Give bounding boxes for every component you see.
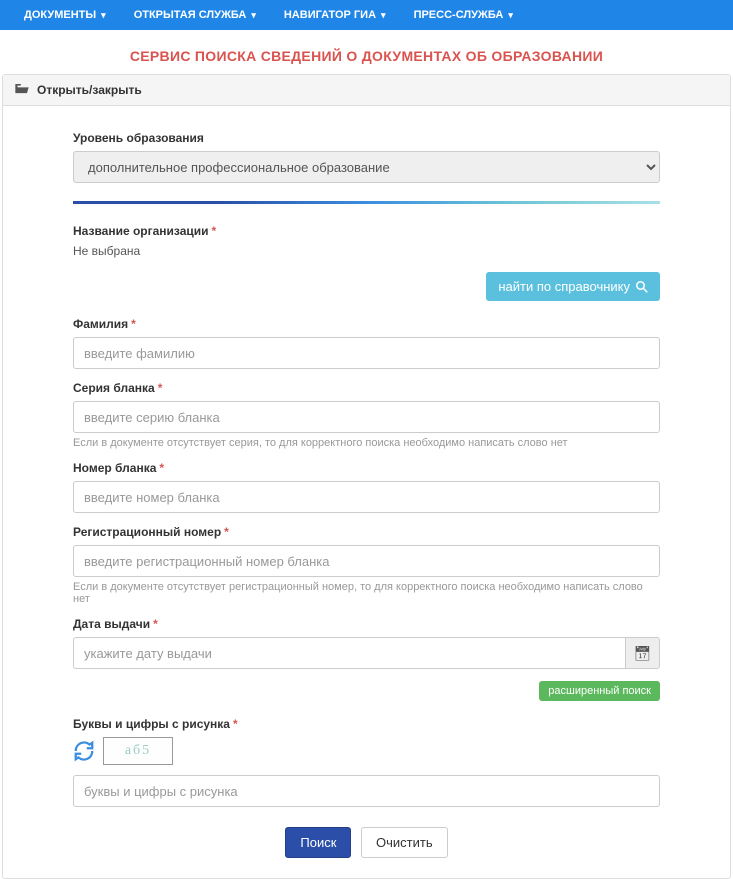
organization-label: Название организации* [73, 224, 660, 238]
blank-series-group: Серия бланка* Если в документе отсутству… [73, 381, 660, 449]
required-mark: * [158, 381, 163, 395]
panel-heading-text: Открыть/закрыть [37, 83, 142, 97]
reg-number-input[interactable] [73, 545, 660, 577]
calendar-icon: 📅︎ [634, 645, 652, 662]
blank-number-input[interactable] [73, 481, 660, 513]
gradient-separator [73, 201, 660, 204]
blank-series-input[interactable] [73, 401, 660, 433]
clear-button[interactable]: Очистить [361, 827, 448, 858]
chevron-down-icon: ▾ [101, 10, 106, 21]
calendar-button[interactable]: 📅︎ [626, 637, 660, 669]
blank-series-label: Серия бланка* [73, 381, 660, 395]
chevron-down-icon: ▾ [508, 10, 513, 21]
captcha-input[interactable] [73, 775, 660, 807]
folder-open-icon [15, 83, 29, 97]
captcha-image: аб5 [103, 737, 173, 765]
surname-label: Фамилия* [73, 317, 660, 331]
chevron-down-icon: ▾ [381, 10, 386, 21]
issue-date-group: Дата выдачи* 📅︎ [73, 617, 660, 669]
surname-input[interactable] [73, 337, 660, 369]
education-level-label: Уровень образования [73, 131, 660, 145]
captcha-label: Буквы и цифры с рисунка* [73, 717, 660, 731]
nav-item-open-service[interactable]: ОТКРЫТАЯ СЛУЖБА ▾ [120, 0, 270, 30]
nav-item-press-service[interactable]: ПРЕСС-СЛУЖБА ▾ [400, 0, 527, 30]
required-mark: * [153, 617, 158, 631]
nav-label: ДОКУМЕНТЫ [24, 9, 96, 21]
advanced-search-button[interactable]: расширенный поиск [539, 681, 660, 701]
required-mark: * [159, 461, 164, 475]
organization-group: Название организации* Не выбрана найти п… [73, 224, 660, 301]
required-mark: * [233, 717, 238, 731]
blank-number-group: Номер бланка* [73, 461, 660, 513]
education-level-group: Уровень образования дополнительное профе… [73, 131, 660, 183]
required-mark: * [212, 224, 217, 238]
reg-number-help: Если в документе отсутствует регистрацио… [73, 581, 660, 605]
blank-number-label: Номер бланка* [73, 461, 660, 475]
nav-item-navigator-gia[interactable]: НАВИГАТОР ГИА ▾ [270, 0, 400, 30]
panel-body: Уровень образования дополнительное профе… [3, 106, 730, 878]
panel-toggle[interactable]: Открыть/закрыть [3, 75, 730, 106]
captcha-group: Буквы и цифры с рисунка* аб5 [73, 717, 660, 807]
nav-label: ОТКРЫТАЯ СЛУЖБА [134, 9, 247, 21]
reg-number-group: Регистрационный номер* Если в документе … [73, 525, 660, 605]
required-mark: * [224, 525, 229, 539]
organization-not-selected: Не выбрана [73, 244, 660, 258]
reg-number-label: Регистрационный номер* [73, 525, 660, 539]
education-level-select[interactable]: дополнительное профессиональное образова… [73, 151, 660, 183]
lookup-button[interactable]: найти по справочнику [486, 272, 660, 301]
navbar: ДОКУМЕНТЫ ▾ ОТКРЫТАЯ СЛУЖБА ▾ НАВИГАТОР … [0, 0, 733, 30]
chevron-down-icon: ▾ [251, 10, 256, 21]
main-panel: Открыть/закрыть Уровень образования допо… [2, 74, 731, 879]
page-title: СЕРВИС ПОИСКА СВЕДЕНИЙ О ДОКУМЕНТАХ ОБ О… [0, 30, 733, 74]
required-mark: * [131, 317, 136, 331]
nav-item-documents[interactable]: ДОКУМЕНТЫ ▾ [10, 0, 120, 30]
nav-label: НАВИГАТОР ГИА [284, 9, 376, 21]
search-button[interactable]: Поиск [285, 827, 351, 858]
blank-series-help: Если в документе отсутствует серия, то д… [73, 437, 660, 449]
search-icon [636, 281, 648, 293]
issue-date-input[interactable] [73, 637, 626, 669]
refresh-icon[interactable] [73, 740, 95, 762]
lookup-button-label: найти по справочнику [498, 279, 630, 294]
nav-label: ПРЕСС-СЛУЖБА [414, 9, 504, 21]
surname-group: Фамилия* [73, 317, 660, 369]
issue-date-label: Дата выдачи* [73, 617, 660, 631]
